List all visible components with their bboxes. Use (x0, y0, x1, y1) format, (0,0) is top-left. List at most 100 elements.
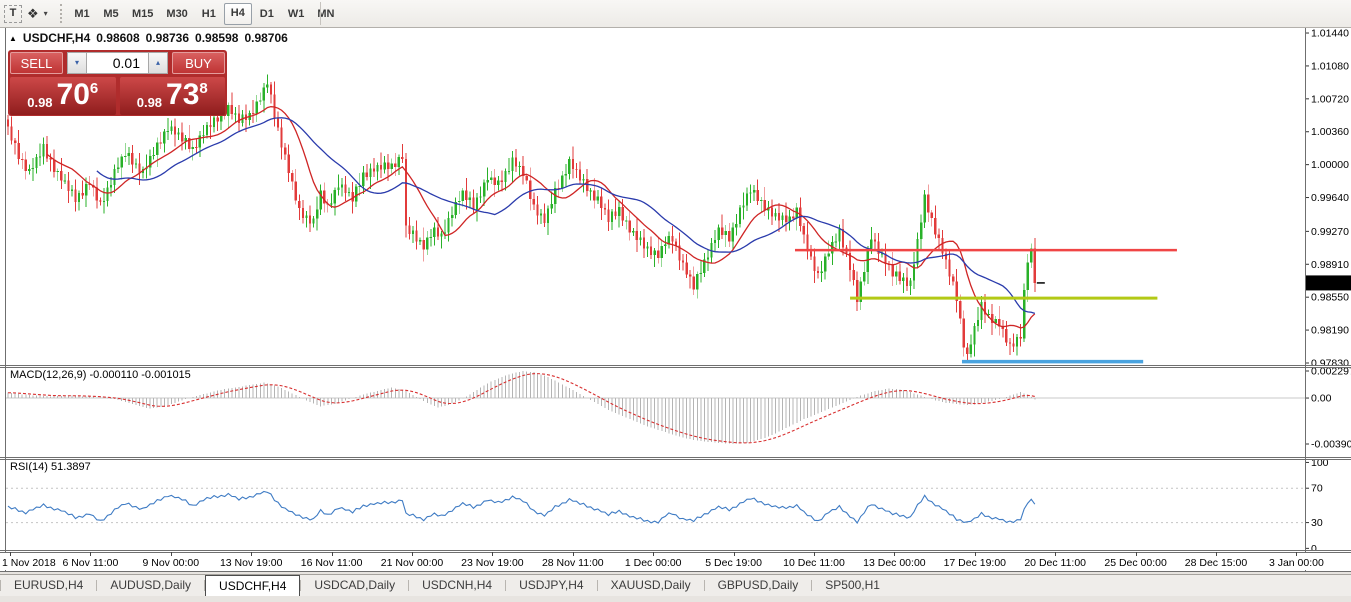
buy-button[interactable]: BUY (172, 52, 225, 74)
time-label: 25 Dec 00:00 (1091, 557, 1181, 569)
buy-price-prefix: 0.98 (137, 95, 162, 110)
chart-tab-usdjpy-h4[interactable]: USDJPY,H4 (506, 575, 596, 596)
panel-splitter[interactable] (0, 367, 1351, 368)
svg-text:1.00360: 1.00360 (1311, 126, 1349, 138)
svg-text:70: 70 (1311, 483, 1323, 495)
timeframe-button-m5[interactable]: M5 (97, 3, 125, 25)
panel-splitter[interactable] (0, 459, 1351, 460)
toolbar-grip-handle[interactable] (60, 4, 65, 23)
rsi-indicator-panel[interactable]: 100 70 30 0 (0, 459, 1351, 550)
text-tool-button[interactable]: T (4, 5, 22, 23)
timeframe-button-h1[interactable]: H1 (195, 3, 223, 25)
time-label: 20 Dec 11:00 (1010, 557, 1100, 569)
panel-splitter (0, 550, 1351, 551)
toolbar-separator (320, 2, 321, 25)
time-label: 3 Jan 00:00 (1251, 557, 1341, 569)
timeframe-button-d1[interactable]: D1 (253, 3, 281, 25)
time-label: 21 Nov 00:00 (367, 557, 457, 569)
svg-text:0.98190: 0.98190 (1311, 325, 1349, 337)
time-label: 23 Nov 19:00 (447, 557, 537, 569)
buy-price-big-digits: 73 (166, 78, 199, 112)
svg-text:1.01440: 1.01440 (1311, 28, 1349, 40)
time-tick (653, 552, 654, 556)
timeframe-button-group: M1M5M15M30H1H4D1W1MN (68, 3, 341, 25)
ohlc-low: 0.98598 (195, 31, 238, 45)
time-tick (492, 552, 493, 556)
svg-text:0.98910: 0.98910 (1311, 259, 1349, 271)
text-tool-icon: T (10, 7, 17, 19)
lot-decrease-button[interactable]: ▾ (67, 52, 87, 74)
window-left-border (5, 28, 6, 571)
time-label: 5 Dec 19:00 (689, 557, 779, 569)
time-tick (734, 552, 735, 556)
time-tick (90, 552, 91, 556)
time-label: 28 Nov 11:00 (528, 557, 618, 569)
time-tick (1136, 552, 1137, 556)
time-label: 10 Dec 11:00 (769, 557, 859, 569)
buy-price-button[interactable]: 0.98 73 8 (120, 77, 226, 115)
chart-tab-usdcad-daily[interactable]: USDCAD,Daily (301, 575, 408, 596)
svg-text:100: 100 (1311, 459, 1329, 469)
sell-price-pipette: 6 (90, 80, 98, 97)
panel-collapse-icon[interactable]: ▲ (9, 34, 17, 43)
time-tick (573, 552, 574, 556)
timeframe-button-m30[interactable]: M30 (160, 3, 193, 25)
chart-title: ▲ USDCHF,H4 0.98608 0.98736 0.98598 0.98… (9, 31, 288, 45)
svg-text:0.99640: 0.99640 (1311, 192, 1349, 204)
ohlc-close: 0.98706 (244, 31, 287, 45)
chart-tab-sp500-h1[interactable]: SP500,H1 (812, 575, 893, 596)
sell-price-button[interactable]: 0.98 70 6 (10, 77, 116, 115)
time-tick (814, 552, 815, 556)
timeframe-button-mn[interactable]: MN (311, 3, 340, 25)
time-label: 9 Nov 00:00 (126, 557, 216, 569)
chart-tab-gbpusd-daily[interactable]: GBPUSD,Daily (705, 575, 812, 596)
time-axis[interactable]: 1 Nov 20186 Nov 11:009 Nov 00:0013 Nov 1… (0, 553, 1351, 570)
time-tick (1296, 552, 1297, 556)
chevron-down-icon: ▾ (44, 9, 48, 18)
ohlc-high: 0.98736 (146, 31, 189, 45)
lot-size-input[interactable] (87, 52, 148, 74)
sell-button[interactable]: SELL (10, 52, 63, 74)
sell-price-big-digits: 70 (57, 78, 90, 112)
timeframe-button-h4[interactable]: H4 (224, 3, 252, 25)
time-tick (1216, 552, 1217, 556)
lot-increase-button[interactable]: ▴ (148, 52, 168, 74)
sell-price-prefix: 0.98 (27, 95, 52, 110)
svg-text:0.98706: 0.98706 (1309, 278, 1347, 290)
chart-tab-xauusd-daily[interactable]: XAUUSD,Daily (598, 575, 704, 596)
svg-text:0.98550: 0.98550 (1311, 292, 1349, 304)
svg-text:0: 0 (1311, 543, 1317, 550)
svg-text:1.01080: 1.01080 (1311, 60, 1349, 72)
svg-text:1.00720: 1.00720 (1311, 93, 1349, 105)
time-label: 28 Dec 15:00 (1171, 557, 1261, 569)
price-axis-separator (1305, 28, 1306, 571)
panel-splitter[interactable] (0, 457, 1351, 458)
time-label: 13 Dec 00:00 (849, 557, 939, 569)
ohlc-open: 0.98608 (96, 31, 139, 45)
timeframe-button-m15[interactable]: M15 (126, 3, 159, 25)
rsi-label: RSI(14) 51.3897 (10, 461, 91, 473)
chart-tab-eurusd-h4[interactable]: EURUSD,H4 (1, 575, 96, 596)
timeframe-button-w1[interactable]: W1 (282, 3, 311, 25)
time-label: 16 Nov 11:00 (287, 557, 377, 569)
window-bottom-border (0, 571, 1351, 572)
drawing-objects-icon: ❖ (27, 4, 39, 23)
time-tick (894, 552, 895, 556)
chart-tab-usdchf-h4[interactable]: USDCHF,H4 (205, 575, 300, 596)
time-tick (975, 552, 976, 556)
chart-tab-usdcnh-h4[interactable]: USDCNH,H4 (409, 575, 505, 596)
svg-text:0.99270: 0.99270 (1311, 226, 1349, 238)
time-tick (332, 552, 333, 556)
time-tick (251, 552, 252, 556)
one-click-trading-panel: SELL ▾ ▴ BUY 0.98 70 6 0.98 73 8 (8, 50, 227, 116)
chart-tab-bar: EURUSD,H4AUDUSD,DailyUSDCHF,H4USDCAD,Dai… (0, 574, 1351, 596)
timeframe-button-m1[interactable]: M1 (68, 3, 96, 25)
symbol-period: USDCHF,H4 (23, 31, 90, 45)
drawing-objects-dropdown[interactable]: ❖ ▾ (27, 4, 48, 23)
time-label: 1 Dec 00:00 (608, 557, 698, 569)
svg-text:30: 30 (1311, 517, 1323, 529)
chart-tab-audusd-daily[interactable]: AUDUSD,Daily (97, 575, 204, 596)
panel-splitter[interactable] (0, 365, 1351, 366)
macd-indicator-panel[interactable]: 0.0022970.00-0.003904 (0, 367, 1351, 457)
time-label: 17 Dec 19:00 (930, 557, 1020, 569)
